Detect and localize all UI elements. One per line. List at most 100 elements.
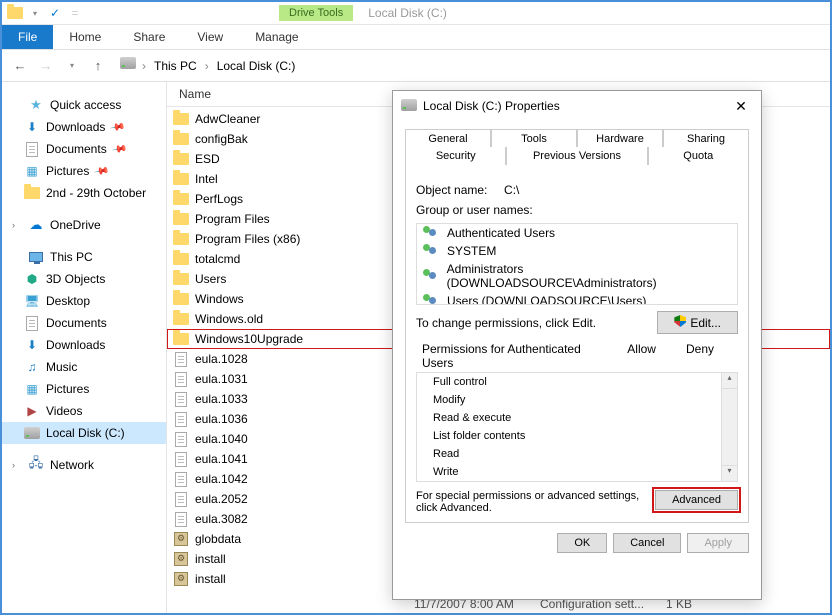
nav-label: Pictures [46, 164, 89, 178]
file-name: eula.1028 [195, 352, 248, 366]
up-button[interactable]: ↑ [88, 56, 108, 76]
folder-icon [173, 211, 189, 227]
permission-item: Read & execute [417, 409, 737, 427]
dialog-title: Local Disk (C:) Properties [423, 99, 560, 113]
folder-icon [173, 251, 189, 267]
downloads-icon: ⬇ [24, 337, 40, 353]
tab-tools[interactable]: Tools [491, 129, 577, 148]
close-button[interactable]: ✕ [729, 94, 753, 118]
nav-pictures[interactable]: ▦Pictures [2, 378, 166, 400]
tab-hardware[interactable]: Hardware [577, 129, 663, 148]
group-name: SYSTEM [447, 244, 496, 258]
folder-icon [173, 271, 189, 287]
nav-network[interactable]: ›🖧Network [2, 454, 166, 476]
tab-sharing[interactable]: Sharing [663, 129, 749, 148]
file-name: Program Files [195, 212, 270, 226]
people-icon [423, 294, 441, 305]
file-name: eula.1036 [195, 412, 248, 426]
nav-this-pc[interactable]: This PC [2, 246, 166, 268]
exe-icon [173, 551, 189, 567]
permission-item: Full control [417, 373, 737, 391]
apply-button[interactable]: Apply [687, 533, 749, 553]
properties-icon[interactable]: ✓ [46, 4, 64, 22]
tab-security[interactable]: Security [405, 147, 506, 165]
file-name: ESD [195, 152, 220, 166]
breadcrumb-this-pc[interactable]: This PC [150, 57, 201, 75]
group-item[interactable]: Users (DOWNLOADSOURCE\Users) [417, 292, 737, 305]
advanced-row: For special permissions or advanced sett… [416, 490, 738, 514]
group-item[interactable]: Administrators (DOWNLOADSOURCE\Administr… [417, 260, 737, 292]
column-name[interactable]: Name [175, 85, 395, 103]
exe-icon [173, 531, 189, 547]
chevron-right-icon[interactable]: › [142, 59, 146, 73]
tab-previous-versions[interactable]: Previous Versions [506, 147, 647, 165]
nav-label: This PC [50, 250, 93, 264]
forward-button[interactable]: → [36, 56, 56, 76]
nav-documents[interactable]: Documents [2, 312, 166, 334]
recent-dropdown-icon[interactable]: ▾ [62, 56, 82, 76]
manage-tab[interactable]: Manage [239, 26, 314, 48]
nav-label: Documents [46, 142, 107, 156]
ok-button[interactable]: OK [557, 533, 607, 553]
scroll-up-icon[interactable]: ▴ [722, 373, 737, 389]
pictures-icon: ▦ [24, 381, 40, 397]
breadcrumb-location[interactable]: Local Disk (C:) [213, 57, 300, 75]
nav-date-folder[interactable]: 2nd - 29th October [2, 182, 166, 204]
people-icon [423, 244, 441, 258]
nav-local-disk[interactable]: Local Disk (C:) [2, 422, 166, 444]
breadcrumb: › This PC › Local Disk (C:) [120, 57, 299, 75]
group-name: Authenticated Users [447, 226, 555, 240]
share-tab[interactable]: Share [117, 26, 181, 48]
file-name: Windows10Upgrade [195, 332, 303, 346]
file-name: eula.1033 [195, 392, 248, 406]
chevron-right-icon[interactable]: › [12, 460, 22, 470]
cancel-button[interactable]: Cancel [613, 533, 681, 553]
group-item[interactable]: SYSTEM [417, 242, 737, 260]
qat-dropdown-icon[interactable]: ▾ [26, 4, 44, 22]
nav-downloads[interactable]: ⬇Downloads📌 [2, 116, 166, 138]
group-item[interactable]: Authenticated Users [417, 224, 737, 242]
tab-quota[interactable]: Quota [648, 147, 749, 165]
nav-label: Videos [46, 404, 82, 418]
view-tab[interactable]: View [181, 26, 239, 48]
nav-label: Music [46, 360, 77, 374]
nav-label: Desktop [46, 294, 90, 308]
nav-label: Local Disk (C:) [46, 426, 125, 440]
home-tab[interactable]: Home [53, 26, 117, 48]
nav-videos[interactable]: ▶ Videos [2, 400, 166, 422]
chevron-right-icon[interactable]: › [12, 220, 22, 230]
back-button[interactable]: ← [10, 56, 30, 76]
advanced-button[interactable]: Advanced [655, 490, 738, 510]
nav-onedrive[interactable]: ›☁OneDrive [2, 214, 166, 236]
folder-icon [173, 111, 189, 127]
scroll-down-icon[interactable]: ▾ [722, 465, 737, 481]
file-name: eula.1040 [195, 432, 248, 446]
tab-general[interactable]: General [405, 129, 491, 148]
nav-pictures[interactable]: ▦Pictures📌 [2, 160, 166, 182]
videos-icon: ▶ [24, 403, 40, 419]
nav-3d-objects[interactable]: ⬢3D Objects [2, 268, 166, 290]
chevron-right-icon[interactable]: › [205, 59, 209, 73]
nav-downloads[interactable]: ⬇Downloads [2, 334, 166, 356]
nav-music[interactable]: ♫Music [2, 356, 166, 378]
nav-label: Quick access [50, 98, 121, 112]
permission-item: Write [417, 463, 737, 481]
nav-documents[interactable]: Documents📌 [2, 138, 166, 160]
nav-quick-access[interactable]: ★ Quick access [2, 94, 166, 116]
drive-icon [24, 425, 40, 441]
folder-icon [173, 291, 189, 307]
folder-icon [173, 171, 189, 187]
nav-desktop[interactable]: 🖥Desktop [2, 290, 166, 312]
group-listbox[interactable]: Authenticated Users SYSTEM Administrators … [416, 223, 738, 305]
scrollbar[interactable]: ▴ ▾ [721, 373, 737, 481]
permissions-listbox[interactable]: Full controlModifyRead & executeList fol… [416, 372, 738, 482]
file-icon [173, 431, 189, 447]
dialog-body: General Tools Hardware Sharing Security … [393, 121, 761, 563]
folder-icon [173, 231, 189, 247]
file-tab[interactable]: File [2, 25, 53, 49]
file-icon [173, 451, 189, 467]
file-name: PerfLogs [195, 192, 243, 206]
pictures-icon: ▦ [24, 163, 40, 179]
edit-button[interactable]: Edit... [657, 311, 738, 334]
file-name: Intel [195, 172, 218, 186]
